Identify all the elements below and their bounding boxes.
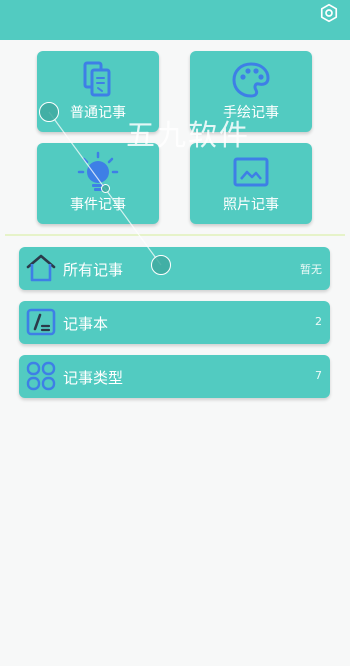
photo-note-label: 照片记事 [223, 197, 279, 213]
documents-icon [83, 61, 111, 97]
touch-indicator [151, 255, 171, 275]
image-icon [233, 157, 269, 187]
drawing-note-label: 手绘记事 [223, 105, 279, 121]
gear-icon[interactable] [319, 3, 339, 23]
top-bar [0, 0, 350, 40]
category-row-all-notes[interactable]: 所有记事 暂无 [19, 247, 330, 290]
category-count: 2 [315, 315, 322, 328]
grid-icon [26, 361, 56, 391]
home-icon [26, 254, 56, 282]
event-note-label: 事件记事 [70, 197, 126, 213]
category-label: 记事本 [63, 315, 109, 333]
notebook-icon [26, 308, 56, 336]
drawing-note-tile[interactable]: 手绘记事 [190, 51, 312, 132]
category-row-notebook[interactable]: 记事本 2 [19, 301, 330, 344]
plain-note-tile[interactable]: 普通记事 [37, 51, 159, 132]
category-count: 7 [315, 369, 322, 382]
category-label: 所有记事 [63, 261, 124, 279]
category-label: 记事类型 [63, 369, 124, 387]
category-row-note-types[interactable]: 记事类型 7 [19, 355, 330, 398]
touch-indicator [39, 102, 59, 122]
category-count: 暂无 [300, 263, 322, 276]
lightbulb-icon [77, 151, 119, 191]
divider [5, 234, 345, 236]
palette-icon [232, 62, 270, 98]
photo-note-tile[interactable]: 照片记事 [190, 143, 312, 224]
touch-indicator [101, 184, 110, 193]
event-note-tile[interactable]: 事件记事 [37, 143, 159, 224]
